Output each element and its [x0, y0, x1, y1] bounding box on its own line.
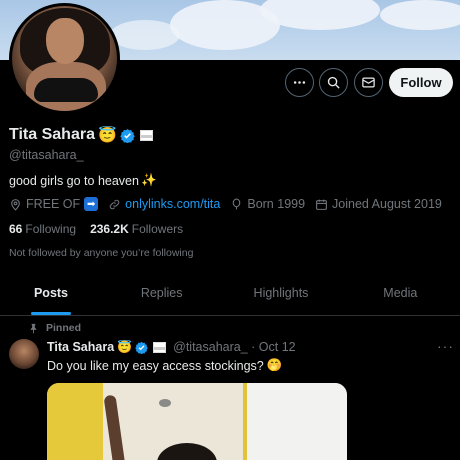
post-author-name[interactable]: Tita Sahara — [47, 340, 114, 354]
pinned-text: Pinned — [46, 322, 82, 334]
bio-text: good girls go to heaven — [9, 173, 139, 188]
calendar-icon — [316, 199, 327, 210]
following-count: 66 — [9, 222, 23, 236]
followers-count: 236.2K — [90, 222, 129, 236]
tab-replies[interactable]: Replies — [102, 270, 221, 315]
profile-name-row: Tita Sahara 😇 — [9, 126, 153, 144]
follow-button[interactable]: Follow — [389, 68, 453, 97]
joined-text: Joined August 2019 — [332, 197, 442, 211]
profile-avatar[interactable] — [9, 3, 120, 114]
post-text-content: Do you like my easy access stockings? — [47, 358, 264, 373]
tab-posts[interactable]: Posts — [0, 270, 102, 315]
search-button[interactable] — [319, 68, 348, 97]
name-emoji: 😇 — [97, 126, 117, 144]
post-more-button[interactable]: ··· — [437, 338, 454, 354]
profile-handle: @titasahara_ — [9, 148, 84, 162]
post-author-emoji: 😇 — [117, 340, 133, 354]
profile-meta: FREE OF ➡ onlylinks.com/tita Born 1999 J… — [9, 197, 452, 211]
more-icon — [293, 81, 306, 84]
post-media-image[interactable] — [47, 383, 347, 460]
arrow-right-emoji: ➡ — [84, 197, 99, 211]
not-followed-text: Not followed by anyone you’re following — [9, 247, 194, 259]
display-name: Tita Sahara — [9, 126, 95, 143]
message-icon — [362, 77, 375, 88]
location-icon — [11, 198, 20, 211]
following-label: Following — [25, 222, 77, 236]
pin-icon — [30, 323, 37, 334]
verified-badge-icon — [135, 341, 148, 354]
message-button[interactable] — [354, 68, 383, 97]
born-text: Born 1999 — [247, 197, 306, 211]
follow-stats: 66 Following 236.2K Followers — [9, 222, 183, 236]
post-text: Do you like my easy access stockings? 🤭 — [47, 358, 282, 373]
following-link[interactable]: 66 Following — [9, 222, 76, 236]
link-icon — [109, 199, 120, 209]
profile-bio: good girls go to heaven ✨ — [9, 173, 157, 188]
balloon-icon — [233, 198, 241, 209]
location-item: FREE OF ➡ — [9, 197, 99, 211]
post-text-emoji: 🤭 — [266, 358, 283, 372]
tab-highlights[interactable]: Highlights — [221, 270, 340, 315]
followers-label: Followers — [131, 222, 184, 236]
sparkles-emoji: ✨ — [140, 173, 157, 187]
tab-media[interactable]: Media — [341, 270, 460, 315]
post-author-avatar[interactable] — [9, 339, 39, 369]
born-item: Born 1999 — [230, 197, 305, 211]
post-header: Tita Sahara 😇 @titasahara_ · Oct 12 — [47, 340, 296, 354]
verified-badge-icon[interactable] — [119, 128, 135, 143]
location-text: FREE OF — [26, 197, 81, 211]
profile-tabs: Posts Replies Highlights Media — [0, 270, 460, 316]
flag-icon — [139, 129, 153, 141]
website-link[interactable]: onlylinks.com/tita — [125, 197, 220, 211]
followers-link[interactable]: 236.2K Followers — [90, 222, 183, 236]
pinned-label: Pinned — [30, 322, 81, 334]
post-handle-date[interactable]: @titasahara_ · Oct 12 — [173, 340, 295, 354]
search-icon — [327, 76, 340, 89]
website-item[interactable]: onlylinks.com/tita — [108, 197, 220, 211]
joined-item: Joined August 2019 — [315, 197, 442, 211]
more-options-button[interactable] — [285, 68, 314, 97]
flag-icon — [153, 341, 167, 353]
